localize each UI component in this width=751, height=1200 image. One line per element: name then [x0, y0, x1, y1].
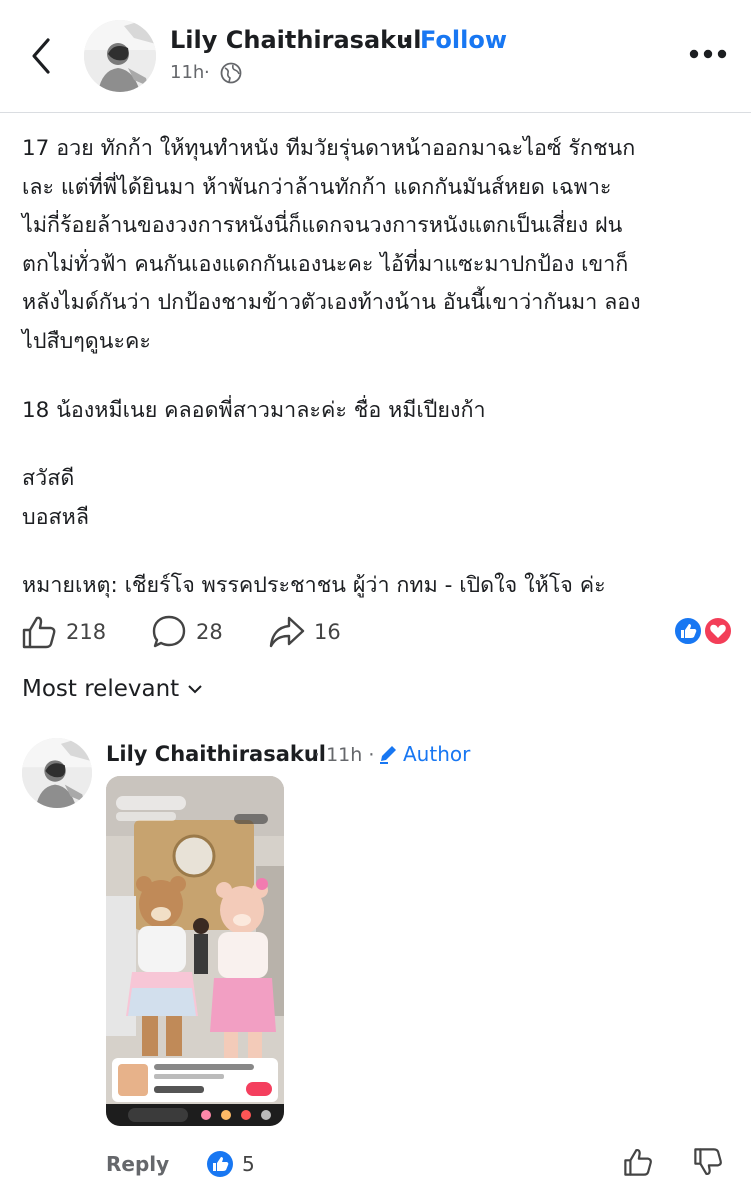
share-button[interactable]: 16 — [268, 612, 341, 652]
post-line: 17 อวย ทักก้า ให้ทุนทำหนัง ทีมวัยรุ่นดาห… — [22, 136, 636, 161]
follow-button[interactable]: Follow — [420, 26, 507, 54]
share-icon — [269, 616, 305, 648]
comment-icon — [152, 615, 186, 648]
post-line: ไม่กี่ร้อยล้านของวงการหนังนี่ก็แดกจนวงกา… — [22, 213, 623, 239]
globe-icon — [220, 62, 242, 84]
post-line: บอสหลี — [22, 504, 90, 530]
comment-image[interactable] — [106, 776, 284, 1126]
commenter-name[interactable]: Lily Chaithirasakul — [106, 742, 326, 766]
separator-dot: · — [402, 26, 412, 54]
more-icon[interactable] — [688, 48, 728, 60]
like-button[interactable]: 218 — [20, 612, 106, 652]
like-reaction-icon — [673, 616, 703, 646]
author-avatar[interactable] — [84, 20, 156, 92]
pencil-icon — [380, 746, 396, 764]
thumb-up-icon[interactable] — [622, 1146, 654, 1178]
commenter-avatar[interactable] — [22, 738, 92, 808]
sort-label: Most relevant — [22, 676, 180, 702]
comment-time: · 11h · — [314, 744, 375, 766]
separator-dot: · — [204, 62, 210, 83]
love-reaction-icon — [703, 616, 733, 646]
chevron-down-icon — [188, 685, 202, 694]
back-button[interactable] — [26, 36, 56, 76]
post-time[interactable]: 11h — [170, 62, 204, 83]
author-name[interactable]: Lily Chaithirasakul — [170, 26, 421, 54]
post-header: Lily Chaithirasakul · Follow 11h · — [0, 0, 751, 113]
like-count: 218 — [66, 620, 107, 644]
post-line: เละ แต่ที่พี่ได้ยินมา ห้าพันกว่าล้านทักก… — [22, 174, 612, 200]
post-actions: 218 28 16 — [0, 612, 751, 652]
comment-reactions[interactable]: 5 — [206, 1150, 255, 1178]
author-badge: Author — [378, 742, 470, 766]
share-count: 16 — [314, 620, 341, 644]
comment-like-count: 5 — [242, 1152, 255, 1176]
reactions-summary[interactable] — [672, 616, 734, 646]
reply-button[interactable]: Reply — [106, 1152, 169, 1176]
post-line: ตกไม่ทั่วฟ้า คนกันเองแดกกันเองนะคะ ไอ้ที… — [22, 251, 629, 277]
post-line: 18 น้องหมีเนย คลอดพี่สาวมาละค่ะ ชื่อ หมี… — [22, 397, 486, 423]
post-line: ไปสืบๆดูนะคะ — [22, 328, 151, 354]
post-body: 17 อวย ทักก้า ให้ทุนทำหนัง ทีมวัยรุ่นดาห… — [22, 130, 732, 606]
comment-count: 28 — [196, 620, 223, 644]
like-reaction-icon — [207, 1151, 233, 1177]
post-line: สวัสดี — [22, 466, 75, 492]
thumb-up-icon — [22, 616, 56, 649]
author-label: Author — [403, 742, 471, 766]
comment-sort-dropdown[interactable]: Most relevant — [22, 676, 203, 702]
comment-button[interactable]: 28 — [150, 612, 223, 652]
post-line: หลังไมด์กันว่า ปกป้องชามข้าวตัวเองท้างน้… — [22, 290, 641, 316]
post-line: หมายเหตุ: เชียร์โจ พรรคประชาชน ผู้ว่า กท… — [22, 573, 606, 599]
thumb-down-icon[interactable] — [692, 1146, 724, 1178]
chevron-left-icon — [32, 38, 50, 74]
